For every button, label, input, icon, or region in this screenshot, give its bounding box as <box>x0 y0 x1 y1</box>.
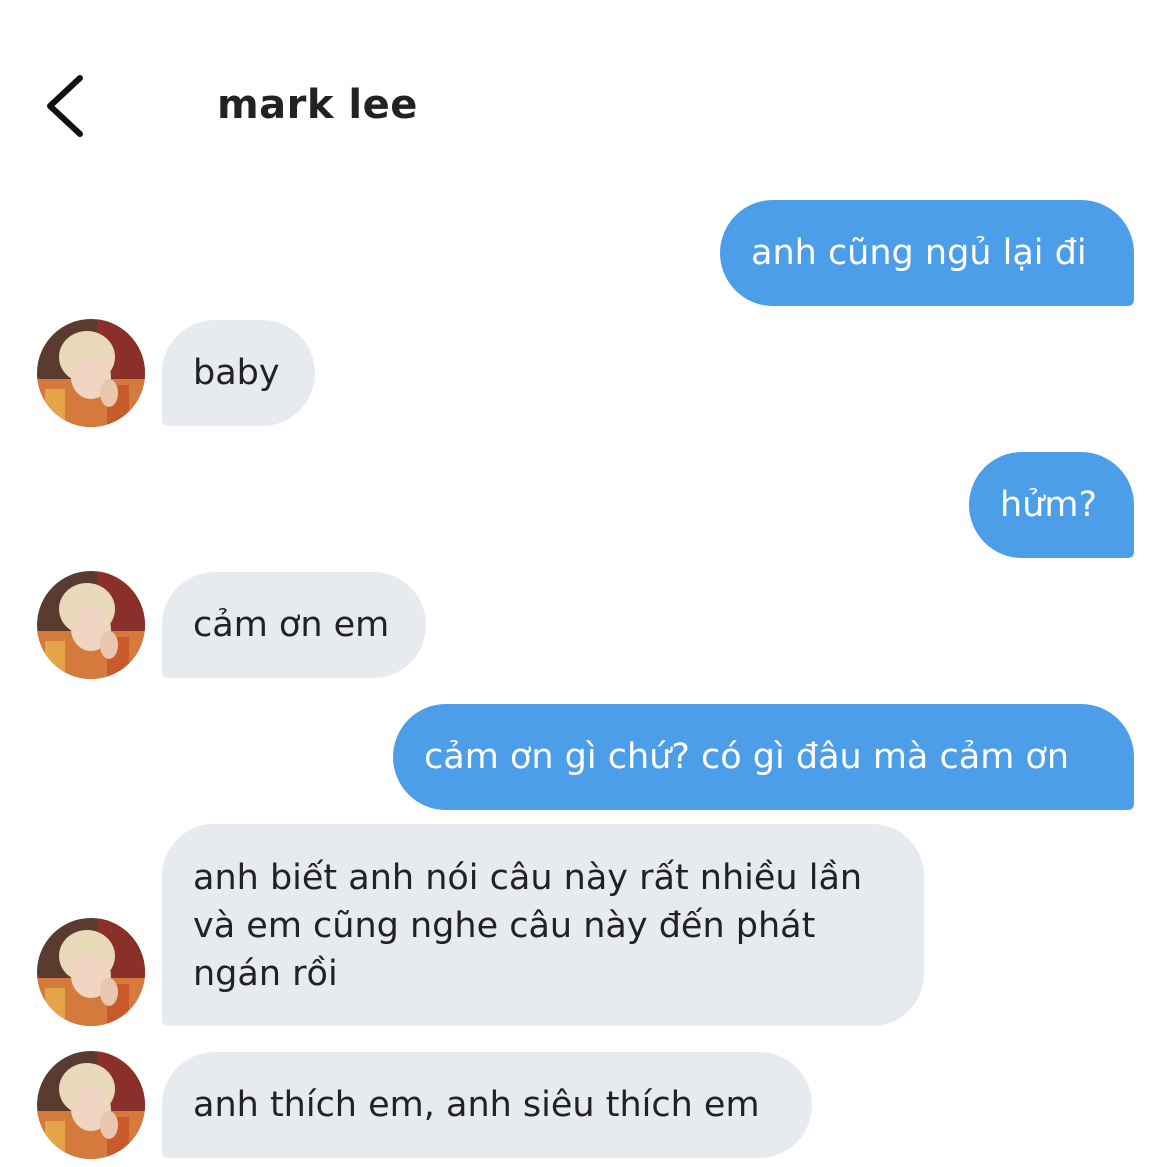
back-button[interactable] <box>30 66 100 146</box>
contact-avatar[interactable] <box>37 319 145 427</box>
conversation-header: mark lee <box>0 0 1169 190</box>
message-bubble-incoming[interactable]: anh thích em, anh siêu thích em <box>162 1052 812 1158</box>
contact-name: mark lee <box>217 82 418 128</box>
contact-avatar[interactable] <box>37 571 145 679</box>
contact-avatar[interactable] <box>37 1051 145 1159</box>
message-line: và em cũng nghe câu này đến phát <box>193 906 816 946</box>
message-bubble-outgoing[interactable]: hửm? <box>969 452 1134 558</box>
contact-avatar[interactable] <box>37 918 145 1026</box>
message-line: anh biết anh nói câu này rất nhiều lần <box>193 858 863 898</box>
message-bubble-incoming[interactable]: baby <box>162 320 315 426</box>
message-bubble-outgoing[interactable]: anh cũng ngủ lại đi <box>720 200 1134 306</box>
message-bubble-incoming[interactable]: cảm ơn em <box>162 572 426 678</box>
message-bubble-outgoing[interactable]: cảm ơn gì chứ? có gì đâu mà cảm ơn <box>393 704 1134 810</box>
message-line: ngán rồi <box>193 954 338 994</box>
chevron-left-icon <box>47 75 83 137</box>
message-bubble-incoming[interactable]: anh biết anh nói câu này rất nhiều lần v… <box>162 824 924 1026</box>
